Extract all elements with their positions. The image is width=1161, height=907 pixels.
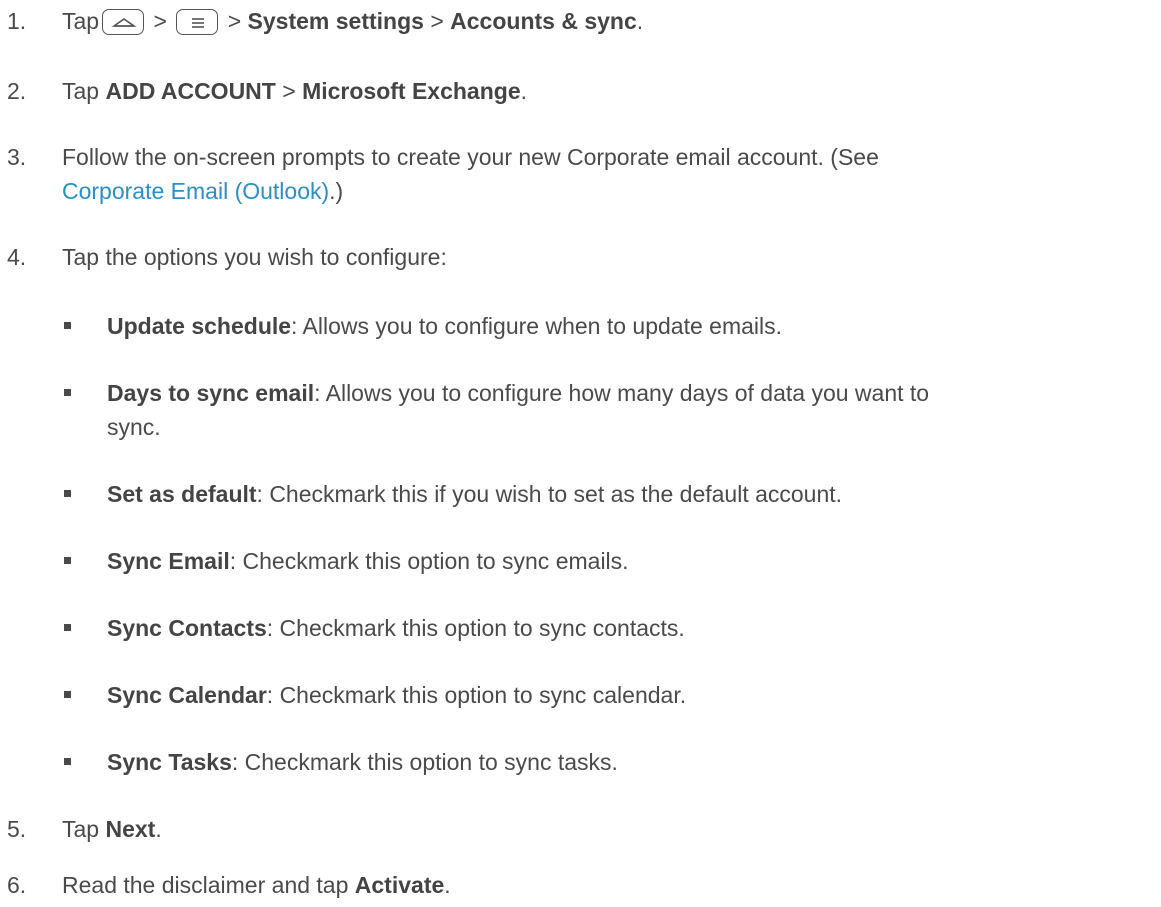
step-text: Tap Next. xyxy=(62,816,162,842)
step-text: Tap ADD ACCOUNT > Microsoft Exchange. xyxy=(62,78,527,104)
bullet-icon xyxy=(64,557,71,564)
bullet-icon xyxy=(64,490,71,497)
step-text: Follow the on-screen prompts to create y… xyxy=(62,144,879,204)
bullet-icon xyxy=(64,624,71,631)
step-number: 4. xyxy=(7,244,27,270)
accounts-sync-label: Accounts & sync xyxy=(450,8,637,34)
home-key-icon xyxy=(102,9,145,35)
activate-label: Activate xyxy=(354,872,445,898)
next-label: Next xyxy=(105,816,156,842)
step-text: Read the disclaimer and tap Activate. xyxy=(62,872,451,898)
step-number: 6. xyxy=(7,872,27,898)
step-text: Tap the options you wish to configure: xyxy=(62,244,447,270)
microsoft-exchange-label: Microsoft Exchange xyxy=(302,78,521,104)
system-settings-label: System settings xyxy=(247,8,424,34)
bullet-icon xyxy=(64,322,71,329)
bullet-icon xyxy=(64,758,71,765)
bullet-icon xyxy=(64,691,71,698)
step-number: 5. xyxy=(7,816,27,842)
instructions-page: 1. Tap > > System settings > Accounts & … xyxy=(0,0,1161,907)
step-text: Tap > > System settings > Accounts & syn… xyxy=(62,8,644,35)
step-number: 3. xyxy=(7,144,27,170)
menu-key-icon xyxy=(176,9,219,35)
corporate-email-link[interactable]: Corporate Email (Outlook) xyxy=(62,178,329,204)
step-number: 2. xyxy=(7,78,27,104)
step-number: 1. xyxy=(7,8,27,34)
bullet-icon xyxy=(64,389,71,396)
add-account-label: ADD ACCOUNT xyxy=(105,78,276,104)
